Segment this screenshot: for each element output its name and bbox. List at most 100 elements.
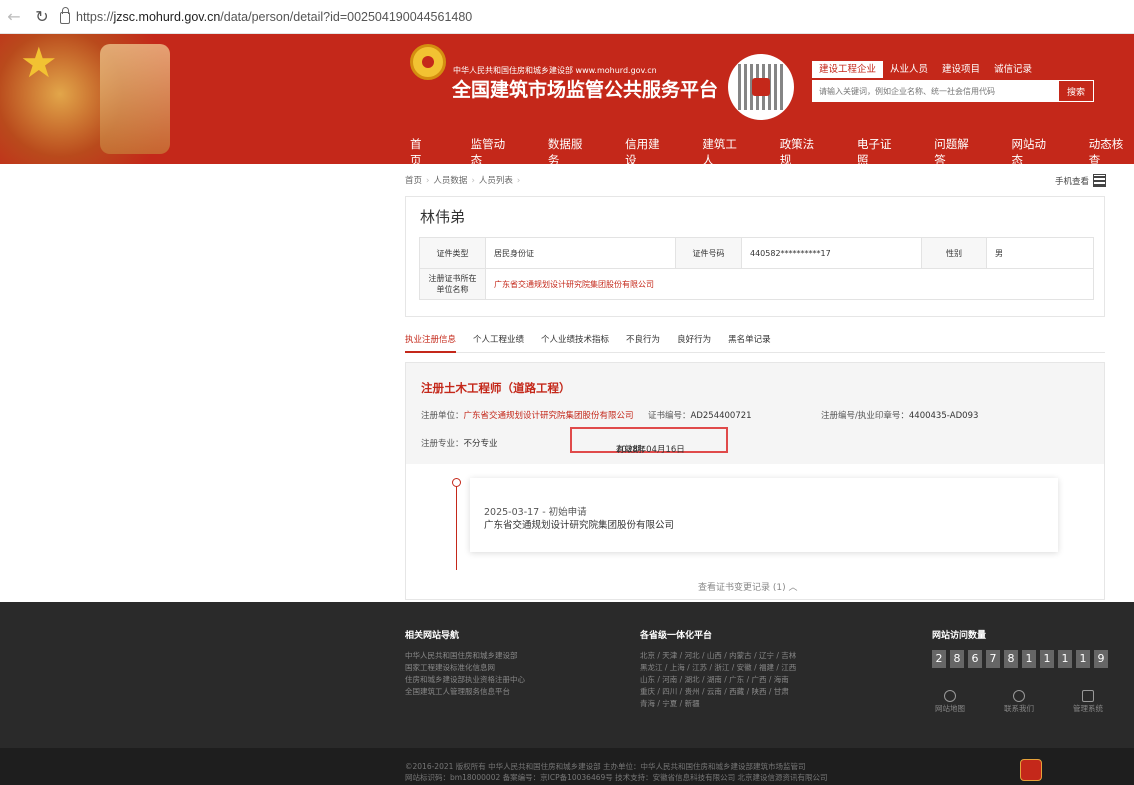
search-tab-company[interactable]: 建设工程企业 bbox=[812, 61, 884, 78]
site-footer: 相关网站导航 中华人民共和国住房和城乡建设部 国家工程建设标准化信息网 住房和城… bbox=[0, 602, 1134, 748]
major-field: 注册专业：不分专业 bbox=[421, 439, 498, 449]
gov-badge-icon[interactable] bbox=[1020, 759, 1042, 781]
detail-tabs: 执业注册信息 个人工程业绩 个人业绩技术指标 不良行为 良好行为 黑名单记录 bbox=[405, 334, 1105, 353]
mobile-view-link[interactable]: 手机查看 bbox=[1055, 174, 1107, 187]
registration-panel: 注册土木工程师（道路工程） 注册单位：广东省交通规划设计研究院集团股份有限公司 … bbox=[405, 362, 1105, 464]
unit-link[interactable]: 广东省交通规划设计研究院集团股份有限公司 bbox=[464, 411, 634, 421]
nav-check[interactable]: 动态核查 bbox=[1089, 136, 1134, 164]
tab-performance[interactable]: 个人工程业绩 bbox=[473, 334, 524, 352]
copyright-line: 网站标识码：bm18000002 备案编号：京ICP备10036469号 技术支… bbox=[405, 773, 828, 782]
lock-icon bbox=[60, 7, 70, 24]
id-no-label: 证件号码 bbox=[675, 237, 742, 269]
visit-digit: 1 bbox=[1058, 650, 1072, 668]
chat-icon bbox=[1013, 690, 1025, 702]
reload-icon[interactable]: ↻ bbox=[28, 7, 56, 26]
id-type-value: 居民身份证 bbox=[485, 237, 676, 269]
visit-counter: 2 8 6 7 8 1 1 1 1 9 bbox=[932, 650, 1108, 668]
id-type-label: 证件类型 bbox=[419, 237, 486, 269]
address-bar[interactable]: https://jzsc.mohurd.gov.cn/data/person/d… bbox=[60, 5, 472, 29]
footer-nav-title: 相关网站导航 bbox=[405, 631, 460, 641]
search-tab-credit[interactable]: 诚信记录 bbox=[987, 61, 1039, 78]
footer-link[interactable]: 国家工程建设标准化信息网 bbox=[405, 662, 525, 674]
registration-line: 注册单位：广东省交通规划设计研究院集团股份有限公司 证书编号：AD2544007… bbox=[421, 409, 1101, 421]
province-links[interactable]: 黑龙江 / 上海 / 江苏 / 浙江 / 安徽 / 福建 / 江西 bbox=[640, 662, 796, 674]
person-info-table: 证件类型 居民身份证 证件号码 440582**********17 性别 男 … bbox=[419, 237, 1094, 300]
copyright-text: ©2016-2021 版权所有 中华人民共和国住房和城乡建设部 主办单位：中华人… bbox=[405, 761, 828, 783]
site-title[interactable]: 全国建筑市场监管公共服务平台 bbox=[452, 78, 718, 102]
contact-link[interactable]: 联系我们 bbox=[994, 690, 1044, 714]
nav-policy[interactable]: 政策法规 bbox=[780, 136, 825, 164]
visit-digit: 6 bbox=[968, 650, 982, 668]
nav-supervision[interactable]: 监管动态 bbox=[471, 136, 516, 164]
location-icon bbox=[944, 690, 956, 702]
tab-good-behavior[interactable]: 良好行为 bbox=[677, 334, 711, 352]
view-change-records-link[interactable]: 查看证书变更记录 (1) ︿ bbox=[698, 580, 797, 593]
visit-digit: 8 bbox=[950, 650, 964, 668]
person-name: 林伟弟 bbox=[420, 208, 466, 226]
visit-digit: 9 bbox=[1094, 650, 1108, 668]
province-links[interactable]: 北京 / 天津 / 河北 / 山西 / 内蒙古 / 辽宁 / 吉林 bbox=[640, 650, 796, 662]
tab-bad-behavior[interactable]: 不良行为 bbox=[626, 334, 660, 352]
nav-home[interactable]: 首页 bbox=[410, 136, 433, 164]
breadcrumb-home[interactable]: 首页 bbox=[405, 176, 422, 186]
footer-provinces: 各省级一体化平台 北京 / 天津 / 河北 / 山西 / 内蒙古 / 辽宁 / … bbox=[640, 630, 796, 710]
unit-label: 注册单位： bbox=[421, 411, 464, 421]
search-box: 搜索 bbox=[812, 80, 1094, 102]
id-no-value: 440582**********17 bbox=[741, 237, 922, 269]
nav-news[interactable]: 网站动态 bbox=[1011, 136, 1056, 164]
gender-value: 男 bbox=[986, 237, 1094, 269]
search-tab-personnel[interactable]: 从业人员 bbox=[883, 61, 935, 78]
tab-tech-index[interactable]: 个人业绩技术指标 bbox=[541, 334, 609, 352]
footer-link[interactable]: 中华人民共和国住房和城乡建设部 bbox=[405, 650, 525, 662]
visit-digit: 2 bbox=[932, 650, 946, 668]
province-links[interactable]: 重庆 / 四川 / 贵州 / 云南 / 西藏 / 陕西 / 甘肃 bbox=[640, 686, 796, 698]
person-card: 林伟弟 证件类型 居民身份证 证件号码 440582**********17 性… bbox=[405, 196, 1105, 317]
search-tabs: 建设工程企业 从业人员 建设项目 诚信记录 bbox=[812, 61, 1039, 78]
breadcrumb-person-list[interactable]: 人员列表 bbox=[479, 176, 513, 186]
footer-link[interactable]: 全国建筑工人管理服务信息平台 bbox=[405, 686, 525, 698]
company-link[interactable]: 广东省交通规划设计研究院集团股份有限公司 bbox=[485, 268, 1094, 300]
national-emblem-icon bbox=[410, 44, 446, 80]
validity-highlight: 有效期： 2028年04月16日 bbox=[570, 427, 728, 455]
footer-prov-title: 各省级一体化平台 bbox=[640, 631, 713, 641]
star-icon: ★ bbox=[20, 38, 58, 87]
admin-link[interactable]: 管理系统 bbox=[1066, 690, 1110, 714]
timeline-dot bbox=[452, 478, 461, 487]
visit-digit: 1 bbox=[1040, 650, 1054, 668]
search-button[interactable]: 搜索 bbox=[1058, 80, 1094, 102]
mobile-view-label: 手机查看 bbox=[1055, 176, 1090, 187]
timeline-card: 2025-03-17 - 初始申请 广东省交通规划设计研究院集团股份有限公司 bbox=[470, 478, 1058, 552]
tab-blacklist[interactable]: 黑名单记录 bbox=[728, 334, 771, 352]
footer-link[interactable]: 住房和城乡建设部执业资格注册中心 bbox=[405, 674, 525, 686]
company-label: 注册证书所在单位名称 bbox=[419, 268, 486, 300]
browser-toolbar: ← ↻ https://jzsc.mohurd.gov.cn/data/pers… bbox=[0, 0, 1134, 34]
sitemap-link[interactable]: 网站地图 bbox=[930, 690, 970, 714]
nav-workers[interactable]: 建筑工人 bbox=[702, 136, 747, 164]
gender-label: 性别 bbox=[921, 237, 987, 269]
qr-code-icon bbox=[728, 54, 794, 120]
copyright-line: ©2016-2021 版权所有 中华人民共和国住房和城乡建设部 主办单位：中华人… bbox=[405, 762, 806, 771]
visit-digit: 1 bbox=[1022, 650, 1036, 668]
back-arrow-icon[interactable]: ← bbox=[0, 7, 28, 26]
nav-faq[interactable]: 问题解答 bbox=[934, 136, 979, 164]
copyright-bar: ©2016-2021 版权所有 中华人民共和国住房和城乡建设部 主办单位：中华人… bbox=[0, 748, 1134, 785]
nav-credit[interactable]: 信用建设 bbox=[625, 136, 670, 164]
province-links[interactable]: 青海 / 宁夏 / 新疆 bbox=[640, 698, 796, 710]
footer-visits: 网站访问数量 2 8 6 7 8 1 1 1 1 9 bbox=[932, 630, 1108, 668]
search-input[interactable] bbox=[812, 80, 1058, 102]
huabiao-decoration bbox=[100, 44, 170, 154]
search-tab-project[interactable]: 建设项目 bbox=[935, 61, 987, 78]
nav-ecert[interactable]: 电子证照 bbox=[857, 136, 902, 164]
cert-field: 证书编号：AD254400721 bbox=[648, 411, 752, 421]
footer-nav: 相关网站导航 中华人民共和国住房和城乡建设部 国家工程建设标准化信息网 住房和城… bbox=[405, 630, 525, 698]
site-header: ★ 中华人民共和国住房和城乡建设部 www.mohurd.gov.cn 全国建筑… bbox=[0, 34, 1134, 164]
nav-data[interactable]: 数据服务 bbox=[548, 136, 593, 164]
province-links[interactable]: 山东 / 河南 / 湖北 / 湖南 / 广东 / 广西 / 海南 bbox=[640, 674, 796, 686]
url-text: https://jzsc.mohurd.gov.cn/data/person/d… bbox=[76, 9, 473, 24]
ministry-line: 中华人民共和国住房和城乡建设部 www.mohurd.gov.cn bbox=[453, 66, 657, 75]
breadcrumb-person-data[interactable]: 人员数据 bbox=[433, 176, 467, 186]
tab-registration[interactable]: 执业注册信息 bbox=[405, 334, 457, 353]
qr-icon bbox=[1093, 174, 1107, 187]
visit-digit: 1 bbox=[1076, 650, 1090, 668]
breadcrumb: 首页 › 人员数据 › 人员列表 › bbox=[405, 176, 521, 186]
